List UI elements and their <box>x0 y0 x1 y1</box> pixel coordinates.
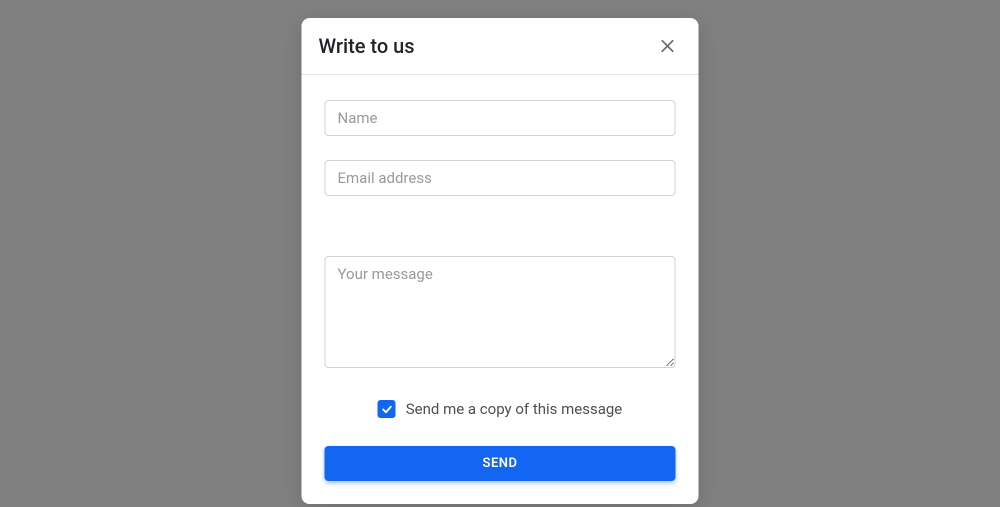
copy-checkbox-label: Send me a copy of this message <box>406 400 623 418</box>
send-button[interactable]: Send <box>325 446 676 481</box>
check-icon <box>380 403 393 416</box>
copy-checkbox[interactable] <box>378 400 396 418</box>
close-icon <box>659 37 677 55</box>
modal-body: Send me a copy of this message Send <box>302 75 699 504</box>
copy-checkbox-row: Send me a copy of this message <box>325 400 676 418</box>
close-button[interactable] <box>654 32 682 60</box>
message-textarea[interactable] <box>325 256 676 368</box>
modal-title: Write to us <box>319 34 415 58</box>
modal-header: Write to us <box>302 18 699 75</box>
contact-modal: Write to us Send me a copy of this messa… <box>302 18 699 504</box>
name-input[interactable] <box>325 100 676 136</box>
email-input[interactable] <box>325 160 676 196</box>
